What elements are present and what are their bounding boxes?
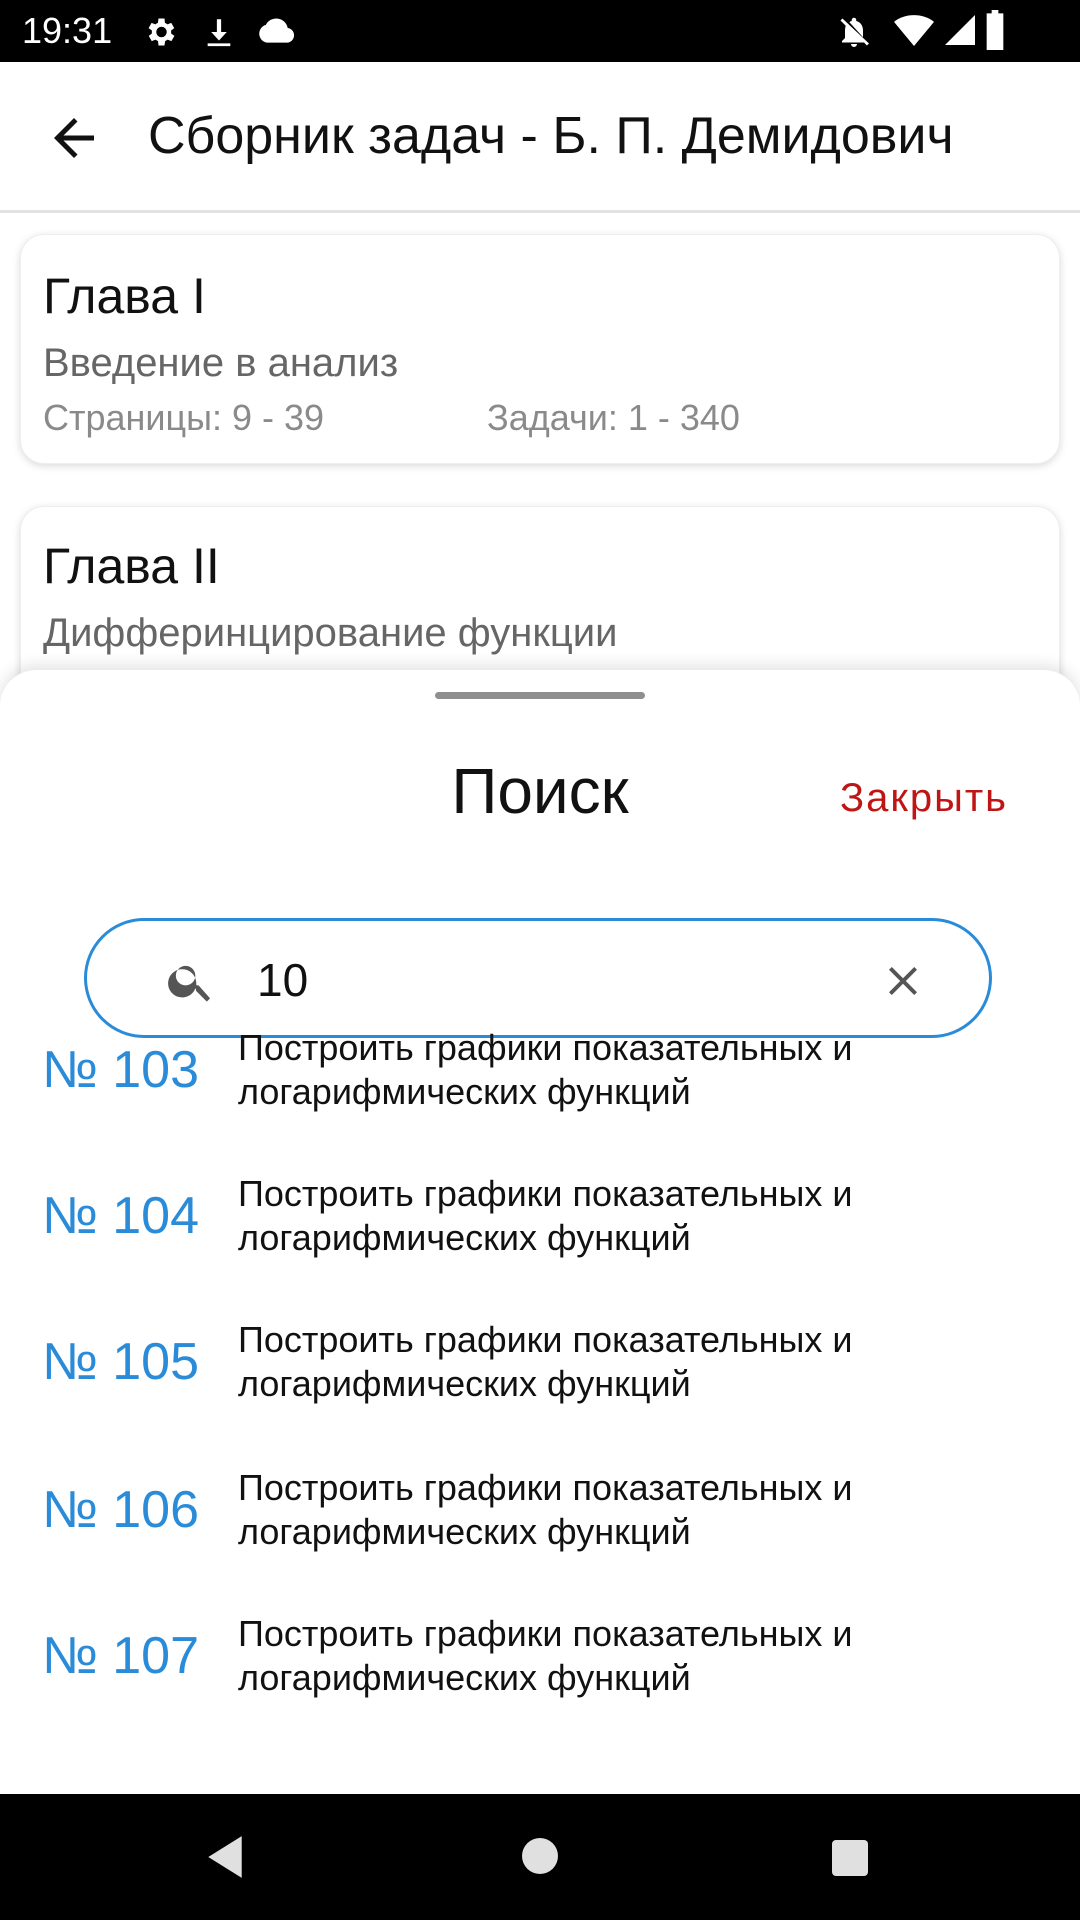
back-arrow-icon[interactable] bbox=[44, 108, 104, 168]
chapter-card[interactable]: Глава I Введение в анализ Страницы: 9 - … bbox=[20, 234, 1060, 464]
task-description: Построить графики показательных и логари… bbox=[238, 1467, 853, 1552]
task-description: Построить графики показательных и логари… bbox=[238, 1613, 853, 1698]
settings-icon bbox=[148, 18, 175, 46]
clear-icon[interactable] bbox=[879, 957, 927, 1005]
task-description: Построить графики показательных и логари… bbox=[238, 1027, 853, 1112]
navigation-bar bbox=[0, 1794, 1080, 1920]
nav-home-icon[interactable] bbox=[520, 1836, 560, 1876]
chapter-subtitle: Дифферинцирование функции bbox=[43, 611, 618, 655]
cloud-icon bbox=[259, 18, 295, 43]
list-item[interactable]: № 104 Построить графики показательных и … bbox=[0, 1172, 1080, 1312]
chapter-heading: Глава I bbox=[43, 268, 206, 324]
search-bottom-sheet: Поиск Закрыть № 103 Построить графики по… bbox=[0, 670, 1080, 1794]
task-number: № 103 bbox=[42, 1041, 199, 1099]
task-number: № 107 bbox=[42, 1627, 199, 1685]
search-icon bbox=[168, 965, 211, 1002]
status-time: 19:31 bbox=[22, 10, 113, 51]
search-input[interactable] bbox=[255, 943, 899, 1017]
mute-notifications-icon bbox=[840, 17, 869, 47]
task-number: № 105 bbox=[42, 1333, 199, 1391]
list-item[interactable]: № 105 Построить графики показательных и … bbox=[0, 1318, 1080, 1458]
nav-back-icon[interactable] bbox=[204, 1834, 246, 1880]
status-bar: 19:31 bbox=[0, 0, 1080, 62]
app-bar: Сборник задач - Б. П. Демидович bbox=[0, 62, 1080, 213]
task-description: Построить графики показательных и логари… bbox=[238, 1319, 853, 1404]
sheet-drag-handle[interactable] bbox=[435, 692, 645, 699]
close-button[interactable]: Закрыть bbox=[840, 776, 1008, 821]
task-description: Построить графики показательных и логари… bbox=[238, 1173, 853, 1258]
list-item[interactable]: № 106 Построить графики показательных и … bbox=[0, 1466, 1080, 1606]
task-number: № 106 bbox=[42, 1481, 199, 1539]
chapter-tasks: Задачи: 1 - 340 bbox=[487, 397, 740, 438]
list-item[interactable]: № 103 Построить графики показательных и … bbox=[0, 1026, 1080, 1166]
battery-icon bbox=[986, 10, 1004, 50]
page-title: Сборник задач - Б. П. Демидович bbox=[148, 107, 954, 165]
wifi-icon bbox=[894, 15, 934, 46]
nav-recents-icon[interactable] bbox=[830, 1838, 870, 1878]
chapter-subtitle: Введение в анализ bbox=[43, 341, 399, 385]
task-number: № 104 bbox=[42, 1187, 199, 1245]
chapter-heading: Глава II bbox=[43, 538, 220, 594]
chapter-pages: Страницы: 9 - 39 bbox=[43, 397, 325, 438]
signal-icon bbox=[945, 15, 975, 45]
list-item[interactable]: № 107 Построить графики показательных и … bbox=[0, 1612, 1080, 1752]
download-icon bbox=[207, 19, 231, 47]
search-field[interactable] bbox=[84, 918, 992, 1038]
